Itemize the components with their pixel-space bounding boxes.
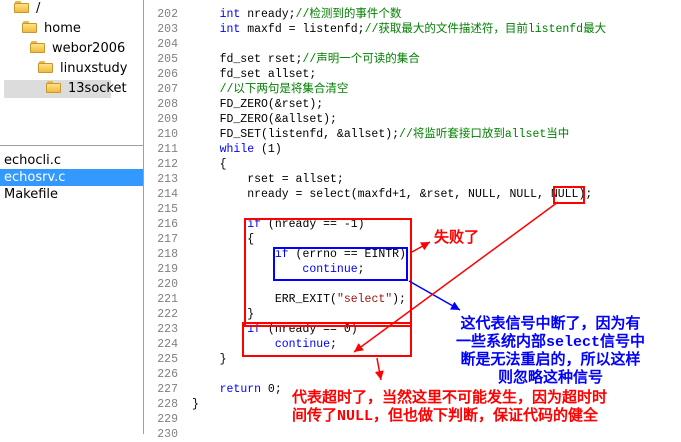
fail-annotation: 失败了 [434, 230, 480, 247]
file-item[interactable]: echosrv.c [0, 169, 143, 186]
folder-icon [46, 81, 62, 93]
folder-icon [14, 1, 30, 13]
code-editor[interactable]: 202 int nready;//检测到的事件个数 203 int maxfd =… [144, 0, 681, 441]
folder-linuxstudy[interactable]: linuxstudy [38, 60, 127, 78]
folder-home[interactable]: home [22, 20, 81, 38]
fail-arrow [411, 241, 431, 253]
folder-label: linuxstudy [60, 61, 128, 76]
folder-webor2006[interactable]: webor2006 [30, 40, 125, 58]
timeout-arrow [374, 357, 384, 381]
file-item[interactable]: echocli.c [0, 152, 143, 169]
folder-tree: / home webor2006 linuxstudy 13socket [0, 0, 143, 146]
file-item[interactable]: Makefile [0, 186, 143, 203]
file-list: echocli.c echosrv.c Makefile [0, 152, 143, 203]
folder-icon [22, 21, 38, 33]
timeout-annotation: 代表超时了，当然这里不可能发生，因为超时时 间传了NULL，但也做下判断，保证代… [292, 390, 608, 425]
interrupt-annotation: 这代表信号中断了，因为有 一些系统内部select信号中 断是无法重启的，所以这… [456, 316, 646, 387]
folder-13socket[interactable]: 13socket [4, 80, 127, 98]
left-panel: / home webor2006 linuxstudy 13socket echocli… [0, 0, 144, 434]
folder-icon [30, 41, 46, 53]
folder-label: 13socket [68, 81, 127, 96]
folder-label: webor2006 [52, 41, 126, 56]
folder-[interactable]: / [14, 0, 40, 18]
folder-icon [38, 61, 54, 73]
folder-label: / [36, 1, 41, 16]
folder-label: home [44, 21, 81, 36]
